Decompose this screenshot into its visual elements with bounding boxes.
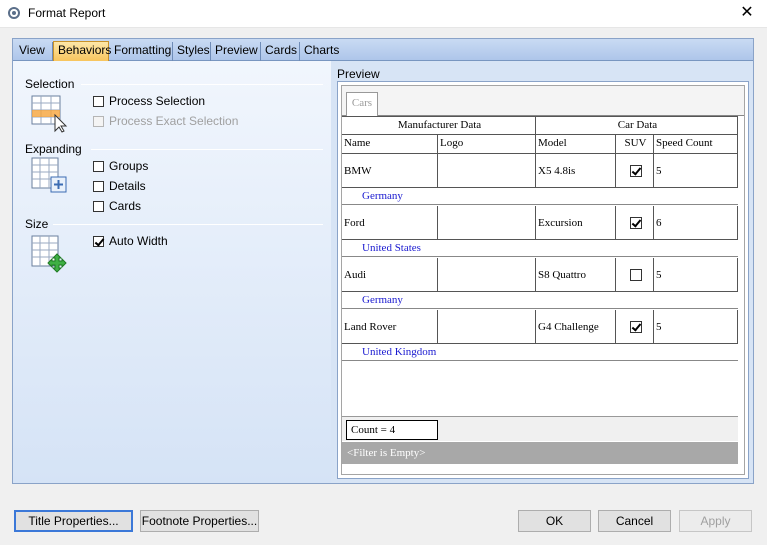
process-selection-checkbox[interactable]: Process Selection bbox=[93, 93, 205, 109]
checkbox-box[interactable] bbox=[93, 180, 104, 192]
gear-icon bbox=[8, 7, 20, 19]
tab-strip: Cars bbox=[342, 86, 744, 116]
cards-checkbox[interactable]: Cards bbox=[93, 198, 141, 214]
preview-frame: Cars Manufacturer Data Car Data Name Log… bbox=[337, 81, 749, 479]
tab-cards[interactable]: Cards bbox=[261, 42, 300, 61]
auto-width-icon bbox=[31, 235, 67, 273]
table-cell-speed-count[interactable]: 5 bbox=[654, 154, 738, 188]
tab-cars[interactable]: Cars bbox=[346, 92, 378, 116]
footnote-properties-button[interactable]: Footnote Properties... bbox=[140, 510, 259, 532]
table-cell-speed-count[interactable]: 5 bbox=[654, 310, 738, 344]
column-header-logo[interactable]: Logo bbox=[438, 135, 536, 154]
table-cell-name[interactable]: Land Rover bbox=[342, 310, 438, 344]
table-cell-name[interactable]: BMW bbox=[342, 154, 438, 188]
group-row-country[interactable]: Germany bbox=[342, 292, 738, 309]
tab-view[interactable]: View bbox=[15, 42, 53, 61]
expanding-label: Expanding bbox=[25, 142, 82, 156]
column-header-suv[interactable]: SUV bbox=[616, 135, 654, 154]
groups-checkbox[interactable]: Groups bbox=[93, 158, 148, 174]
column-header-speed-count[interactable]: Speed Count bbox=[654, 135, 738, 154]
column-header-name[interactable]: Name bbox=[342, 135, 438, 154]
title-properties-button[interactable]: Title Properties... bbox=[14, 510, 133, 532]
format-report-panel: View Behaviors Formatting Styles Preview… bbox=[12, 38, 754, 484]
apply-button[interactable]: Apply bbox=[679, 510, 752, 532]
tab-bar: View Behaviors Formatting Styles Preview… bbox=[13, 39, 753, 62]
close-button[interactable]: ✕ bbox=[727, 0, 767, 28]
cancel-button[interactable]: Cancel bbox=[598, 510, 671, 532]
size-label: Size bbox=[25, 217, 49, 231]
selection-label: Selection bbox=[25, 77, 75, 91]
tab-preview[interactable]: Preview bbox=[211, 42, 261, 61]
table-cell-logo[interactable] bbox=[438, 310, 536, 344]
tab-formatting[interactable]: Formatting bbox=[110, 42, 173, 61]
table-cell-suv[interactable] bbox=[616, 206, 654, 240]
group-row-country[interactable]: United Kingdom bbox=[342, 344, 738, 361]
preview-label: Preview bbox=[337, 67, 380, 81]
table-cell-speed-count[interactable]: 5 bbox=[654, 258, 738, 292]
table-cell-speed-count[interactable]: 6 bbox=[654, 206, 738, 240]
tab-styles[interactable]: Styles bbox=[173, 42, 211, 61]
table-cell-suv[interactable] bbox=[616, 310, 654, 344]
checkbox-box bbox=[93, 115, 104, 127]
filter-panel[interactable]: <Filter is Empty> bbox=[342, 442, 738, 464]
grid-footer: Count = 4 bbox=[342, 416, 738, 441]
process-exact-selection-checkbox: Process Exact Selection bbox=[93, 113, 238, 129]
tab-charts[interactable]: Charts bbox=[300, 42, 342, 61]
band-manufacturer-data: Manufacturer Data bbox=[342, 116, 536, 135]
suv-checkbox[interactable] bbox=[629, 216, 642, 229]
separator bbox=[91, 149, 323, 150]
window-title: Format Report bbox=[28, 6, 106, 20]
table-cell-model[interactable]: Excursion bbox=[536, 206, 616, 240]
separator bbox=[81, 84, 323, 85]
separator bbox=[53, 224, 323, 225]
behaviors-settings: Selection Process Selection Process Exac… bbox=[13, 61, 331, 483]
tab-behaviors[interactable]: Behaviors bbox=[53, 41, 111, 62]
band-car-data: Car Data bbox=[536, 116, 738, 135]
ok-button[interactable]: OK bbox=[518, 510, 591, 532]
auto-width-checkbox[interactable]: Auto Width bbox=[93, 233, 168, 249]
title-bar: Format Report ✕ bbox=[0, 0, 767, 28]
expanding-icon bbox=[31, 157, 67, 193]
process-exact-selection-label: Process Exact Selection bbox=[109, 114, 239, 128]
group-row-country[interactable]: Germany bbox=[342, 188, 738, 205]
suv-checkbox[interactable] bbox=[629, 164, 642, 177]
checkbox-box[interactable] bbox=[93, 200, 104, 212]
group-row-country[interactable]: United States bbox=[342, 240, 738, 257]
preview-panel: Preview Cars Manufacturer Data Car Data … bbox=[331, 61, 753, 483]
cards-label: Cards bbox=[109, 199, 142, 213]
groups-label: Groups bbox=[109, 159, 149, 173]
details-checkbox[interactable]: Details bbox=[93, 178, 146, 194]
column-header-model[interactable]: Model bbox=[536, 135, 616, 154]
auto-width-label: Auto Width bbox=[109, 234, 168, 248]
checkbox-box[interactable] bbox=[93, 160, 104, 172]
table-cell-name[interactable]: Ford bbox=[342, 206, 438, 240]
process-selection-label: Process Selection bbox=[109, 94, 206, 108]
table-cell-name[interactable]: Audi bbox=[342, 258, 438, 292]
selection-icon bbox=[31, 95, 68, 133]
table-cell-logo[interactable] bbox=[438, 154, 536, 188]
checkbox-box[interactable] bbox=[93, 95, 104, 107]
table-cell-suv[interactable] bbox=[616, 258, 654, 292]
checkbox-box[interactable] bbox=[93, 235, 104, 247]
table-cell-model[interactable]: S8 Quattro bbox=[536, 258, 616, 292]
suv-checkbox[interactable] bbox=[629, 268, 642, 281]
suv-checkbox[interactable] bbox=[629, 320, 642, 333]
count-summary: Count = 4 bbox=[346, 420, 438, 440]
table-cell-suv[interactable] bbox=[616, 154, 654, 188]
details-label: Details bbox=[109, 179, 146, 193]
table-cell-model[interactable]: X5 4.8is bbox=[536, 154, 616, 188]
report-preview: Cars Manufacturer Data Car Data Name Log… bbox=[341, 85, 745, 475]
table-cell-model[interactable]: G4 Challenge bbox=[536, 310, 616, 344]
table-cell-logo[interactable] bbox=[438, 206, 536, 240]
table-cell-logo[interactable] bbox=[438, 258, 536, 292]
